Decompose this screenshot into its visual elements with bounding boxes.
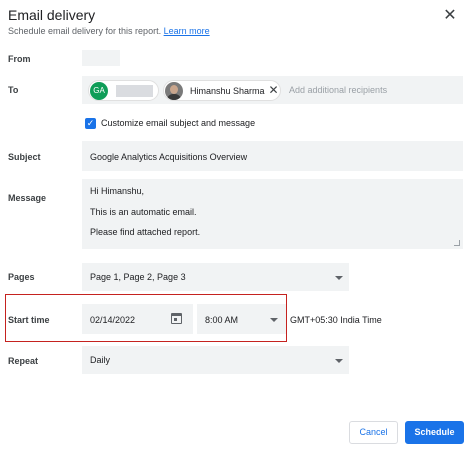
add-recipients-input[interactable] [289,85,457,95]
subject-label: Subject [8,152,41,162]
remove-recipient-icon[interactable]: ✕ [267,83,280,98]
dialog-subtitle: Schedule email delivery for this report.… [8,26,210,36]
repeat-value: Daily [90,355,111,365]
repeat-select[interactable]: Daily [82,346,349,374]
recipient-chip[interactable]: Himanshu Sharma ✕ [163,80,281,101]
subtitle-text: Schedule email delivery for this report. [8,26,162,36]
repeat-label: Repeat [8,356,39,366]
pages-label: Pages [8,272,35,282]
subject-input[interactable]: Google Analytics Acquisitions Overview [82,141,463,171]
message-line: Hi Himanshu, [90,186,145,196]
highlight-box [5,294,287,342]
customize-label: Customize email subject and message [101,118,256,128]
message-line: Please find attached report. [90,227,201,237]
subject-value: Google Analytics Acquisitions Overview [90,152,248,162]
cancel-button[interactable]: Cancel [349,421,398,444]
close-icon[interactable]: ✕ [440,6,460,26]
schedule-button[interactable]: Schedule [405,421,464,444]
redacted-name [116,85,153,97]
avatar: GA [90,82,108,100]
message-line: This is an automatic email. [90,207,197,217]
timezone-label: GMT+05:30 India Time [290,315,382,325]
chevron-down-icon [335,276,343,280]
avatar [165,82,183,100]
message-textarea[interactable]: Hi Himanshu, This is an automatic email.… [82,179,463,249]
chevron-down-icon [335,359,343,363]
from-value [82,50,120,66]
recipient-name: Himanshu Sharma [190,86,265,96]
dialog-title: Email delivery [8,7,96,23]
pages-select[interactable]: Page 1, Page 2, Page 3 [82,263,349,291]
message-label: Message [8,193,47,203]
resize-handle-icon[interactable] [454,240,460,246]
recipient-chip[interactable]: GA [88,80,159,101]
to-label: To [8,85,19,95]
from-label: From [8,54,31,64]
to-recipients-field[interactable]: GA Himanshu Sharma ✕ [82,76,463,104]
pages-value: Page 1, Page 2, Page 3 [90,272,186,282]
customize-checkbox[interactable]: ✓ [85,118,96,129]
learn-more-link[interactable]: Learn more [164,26,210,36]
